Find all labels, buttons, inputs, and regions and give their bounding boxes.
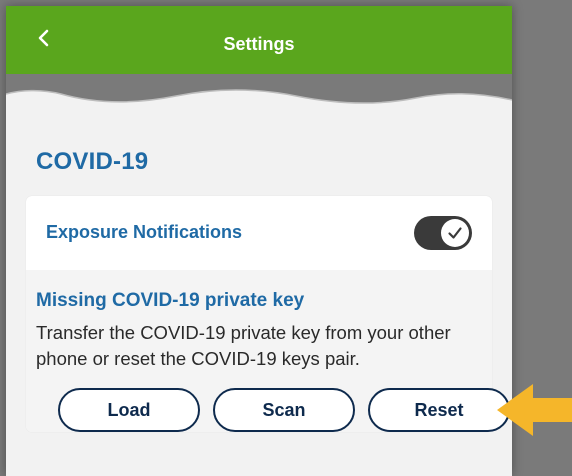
- load-button[interactable]: Load: [58, 388, 200, 432]
- page-title: Settings: [223, 34, 295, 54]
- exposure-notifications-label: Exposure Notifications: [46, 222, 243, 242]
- torn-edge-divider: [6, 74, 512, 104]
- arrow-left-icon: [497, 384, 572, 436]
- toggle-knob: [441, 219, 469, 247]
- checkmark-icon: [448, 227, 462, 239]
- exposure-notifications-toggle[interactable]: [414, 216, 472, 250]
- exposure-notifications-row[interactable]: Exposure Notifications: [26, 196, 492, 270]
- scan-button[interactable]: Scan: [213, 388, 355, 432]
- exposure-card: Exposure Notifications Missing COVID-19 …: [26, 196, 510, 432]
- warning-title: Missing COVID-19 private key: [36, 290, 305, 311]
- app-header: Settings: [6, 6, 512, 78]
- phone-screen: Settings COVID-19 Exposure Notifications…: [6, 6, 512, 476]
- warning-description: Transfer the COVID-19 private key from y…: [36, 322, 451, 369]
- section-title: COVID-19: [36, 148, 149, 175]
- reset-button[interactable]: Reset: [368, 388, 510, 432]
